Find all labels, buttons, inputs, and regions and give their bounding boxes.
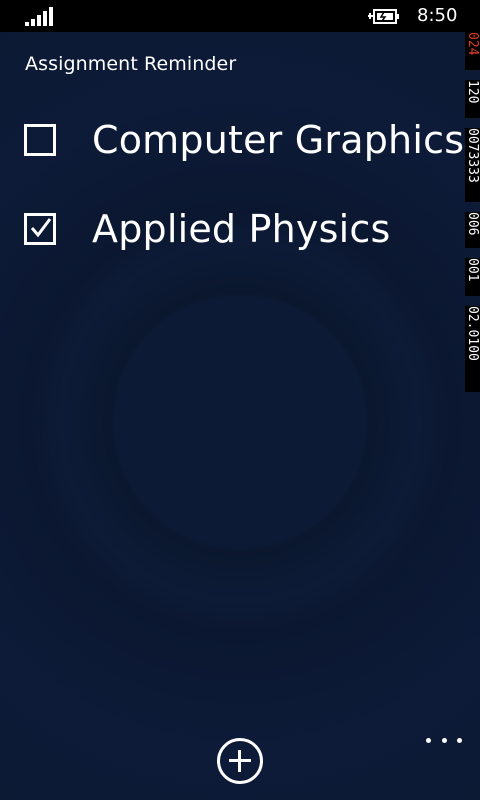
debug-counter: 120 <box>465 80 480 118</box>
status-bar: 8:50 <box>0 0 480 32</box>
signal-bars-icon <box>25 7 53 26</box>
task-checkbox-unchecked[interactable] <box>24 124 56 156</box>
debug-counter: 0073333 <box>465 128 480 202</box>
status-clock: 8:50 <box>417 5 458 26</box>
debug-counter: 006 <box>465 212 480 248</box>
task-checkbox-checked[interactable] <box>24 213 56 245</box>
battery-charging-icon <box>368 9 399 24</box>
task-label: Computer Graphics <box>92 118 465 162</box>
task-item-computer-graphics[interactable]: Computer Graphics <box>24 110 464 170</box>
main-screen: Assignment Reminder Computer Graphics Ap… <box>0 32 480 800</box>
app-bar <box>0 728 480 800</box>
task-label: Applied Physics <box>92 207 391 251</box>
more-dots-icon[interactable] <box>426 728 462 752</box>
checkmark-icon <box>30 218 52 238</box>
app-title: Assignment Reminder <box>25 53 237 75</box>
debug-counter: 02.0100 <box>465 306 480 392</box>
debug-counter: 024 <box>465 32 480 70</box>
add-circle-icon[interactable] <box>217 738 263 784</box>
debug-counter: 001 <box>465 258 480 296</box>
task-item-applied-physics[interactable]: Applied Physics <box>24 199 454 259</box>
frame-rate-counter: 024 120 0073333 006 001 02.0100 <box>465 32 480 402</box>
